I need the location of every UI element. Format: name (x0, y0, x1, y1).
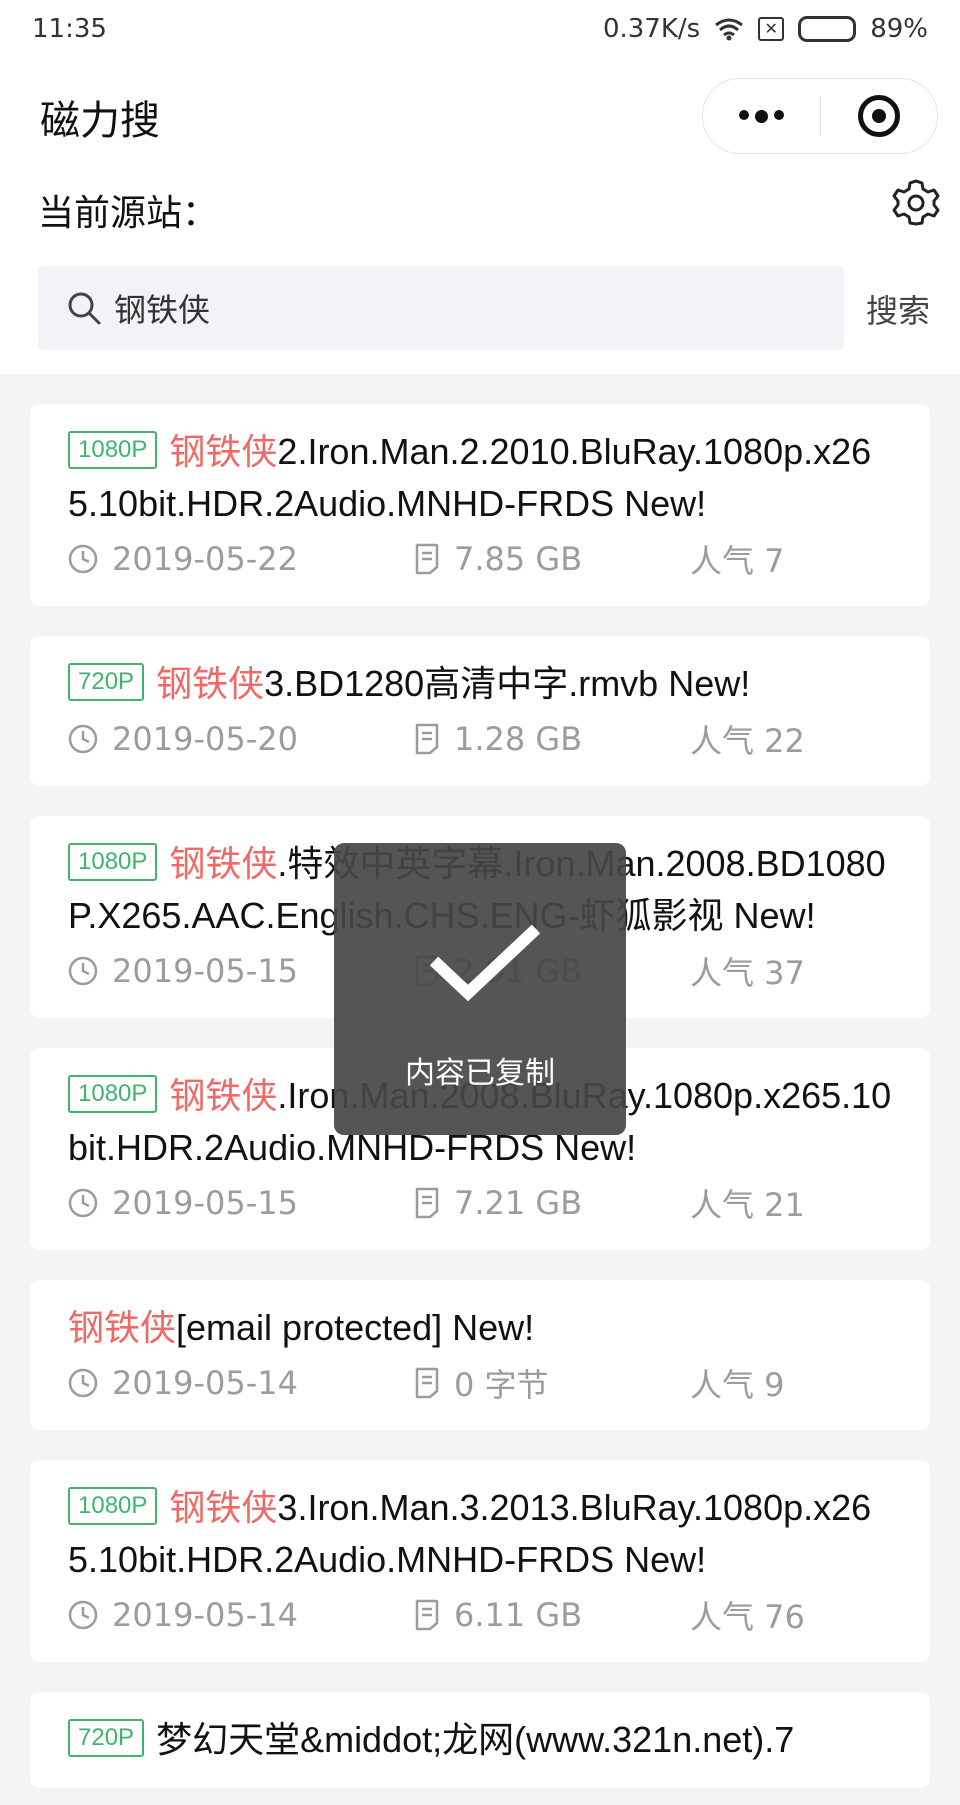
file-icon (415, 1599, 439, 1631)
result-date-group: 2019-05-20 (68, 720, 414, 758)
source-row: 当前源站： (0, 168, 960, 244)
clock-icon (68, 724, 98, 754)
result-date: 2019-05-14 (112, 1596, 298, 1634)
result-meta: 2019-05-20 1.28 GB 人气 22 (68, 714, 894, 764)
result-card[interactable]: 1080P 钢铁侠3.Iron.Man.3.2013.BluRay.1080p.x… (30, 1460, 930, 1662)
result-meta: 2019-05-15 7.21 GB 人气 21 (68, 1178, 894, 1228)
nav-bar: 磁力搜 (0, 58, 960, 178)
result-size: 0 字节 (454, 1366, 549, 1404)
checkmark-icon (430, 924, 540, 1002)
result-card[interactable]: 720P 梦幻天堂&middot;龙网(www.321n.net).7 (30, 1692, 930, 1788)
battery-icon (798, 16, 857, 42)
result-title: 1080P 钢铁侠3.Iron.Man.3.2013.BluRay.1080p.x… (68, 1482, 894, 1586)
result-meta: 2019-05-22 7.85 GB 人气 7 (68, 534, 894, 584)
toast-message: 内容已复制 (405, 1056, 555, 1091)
file-icon (415, 723, 439, 755)
file-icon (415, 543, 439, 575)
result-size: 7.21 GB (454, 1184, 583, 1222)
copied-toast: 内容已复制 (334, 843, 626, 1135)
result-size-group: 0 字节 (414, 1360, 690, 1406)
result-size-group: 1.28 GB (414, 720, 690, 758)
no-sim-icon: ✕ (758, 17, 785, 41)
result-meta: 2019-05-14 0 字节 人气 9 (68, 1358, 894, 1408)
more-dot-icon (755, 109, 768, 123)
result-date: 2019-05-14 (112, 1364, 298, 1402)
clock-icon (68, 1600, 98, 1630)
clock-time: 11:35 (32, 14, 107, 44)
result-date: 2019-05-15 (112, 1184, 298, 1222)
search-box[interactable] (38, 266, 844, 350)
result-card[interactable]: 720P 钢铁侠3.BD1280高清中字.rmvb New! 2019-05-20 1… (30, 636, 930, 786)
result-popularity: 人气 7 (690, 542, 785, 580)
page-title: 磁力搜 (40, 98, 160, 144)
result-size: 1.28 GB (454, 720, 583, 758)
clock-icon (68, 956, 98, 986)
result-size-group: 7.85 GB (414, 540, 690, 578)
keyword-highlight: 钢铁侠 (169, 1487, 278, 1528)
close-mini-program-button[interactable] (821, 95, 937, 137)
keyword-highlight: 钢铁侠 (169, 431, 278, 472)
keyword-highlight: 钢铁侠 (156, 663, 265, 704)
search-area: 搜索 (0, 244, 960, 374)
result-size: 7.85 GB (454, 540, 583, 578)
result-filename: 梦幻天堂&middot;龙网(www.321n.net).7 (156, 1719, 795, 1760)
gear-icon[interactable] (892, 178, 940, 226)
resolution-badge: 1080P (68, 1075, 158, 1114)
search-input[interactable] (114, 266, 814, 350)
keyword-highlight: 钢铁侠 (169, 843, 278, 884)
result-date-group: 2019-05-14 (68, 1596, 414, 1634)
resolution-badge: 1080P (68, 1487, 158, 1526)
mini-program-capsule (702, 78, 938, 154)
network-speed: 0.37K/s (602, 14, 701, 44)
source-label: 当前源站： (38, 193, 219, 234)
result-meta: 2019-05-14 6.11 GB 人气 76 (68, 1590, 894, 1640)
result-date-group: 2019-05-22 (68, 540, 414, 578)
search-button[interactable]: 搜索 (866, 286, 930, 332)
resolution-badge: 1080P (68, 843, 158, 882)
clock-icon (68, 544, 98, 574)
result-date: 2019-05-22 (112, 540, 298, 578)
resolution-badge: 720P (68, 1719, 145, 1758)
battery-percent: 89% (870, 14, 928, 44)
more-dot-icon (739, 109, 749, 120)
file-icon (415, 1367, 439, 1399)
status-bar: 11:35 0.37K/s ✕ 89% (0, 0, 960, 58)
status-indicators: 0.37K/s ✕ 89% (603, 14, 928, 44)
resolution-badge: 1080P (68, 431, 158, 470)
result-filename: 3.BD1280高清中字.rmvb New! (264, 663, 751, 704)
result-date-group: 2019-05-15 (68, 1184, 414, 1222)
result-size-group: 7.21 GB (414, 1184, 690, 1222)
result-title: 1080P 钢铁侠2.Iron.Man.2.2010.BluRay.1080p.x… (68, 426, 894, 530)
resolution-badge: 720P (68, 663, 145, 702)
keyword-highlight: 钢铁侠 (169, 1075, 278, 1116)
result-filename: [email protected] New! (176, 1307, 535, 1348)
more-dot-icon (774, 109, 784, 120)
file-icon (415, 1187, 439, 1219)
result-size: 6.11 GB (454, 1596, 583, 1634)
search-icon (68, 292, 101, 325)
result-date-group: 2019-05-14 (68, 1364, 414, 1402)
result-title: 720P 梦幻天堂&middot;龙网(www.321n.net).7 (68, 1714, 894, 1766)
more-menu-button[interactable] (703, 109, 820, 123)
result-popularity: 人气 76 (690, 1598, 805, 1636)
clock-icon (68, 1368, 98, 1398)
wifi-icon (715, 18, 744, 41)
result-date: 2019-05-20 (112, 720, 298, 758)
result-date: 2019-05-15 (112, 952, 298, 990)
result-popularity: 人气 22 (690, 722, 805, 760)
result-size-group: 6.11 GB (414, 1596, 690, 1634)
keyword-highlight: 钢铁侠 (68, 1307, 177, 1348)
result-title: 钢铁侠[email protected] New! (68, 1302, 894, 1354)
result-card[interactable]: 1080P 钢铁侠2.Iron.Man.2.2010.BluRay.1080p.x… (30, 404, 930, 606)
target-icon (858, 95, 900, 137)
result-popularity: 人气 21 (690, 1186, 805, 1224)
result-title: 720P 钢铁侠3.BD1280高清中字.rmvb New! (68, 658, 894, 710)
clock-icon (68, 1188, 98, 1218)
result-popularity: 人气 37 (690, 954, 805, 992)
result-card[interactable]: 钢铁侠[email protected] New! 2019-05-14 0 字节 人… (30, 1280, 930, 1430)
result-popularity: 人气 9 (690, 1366, 785, 1404)
